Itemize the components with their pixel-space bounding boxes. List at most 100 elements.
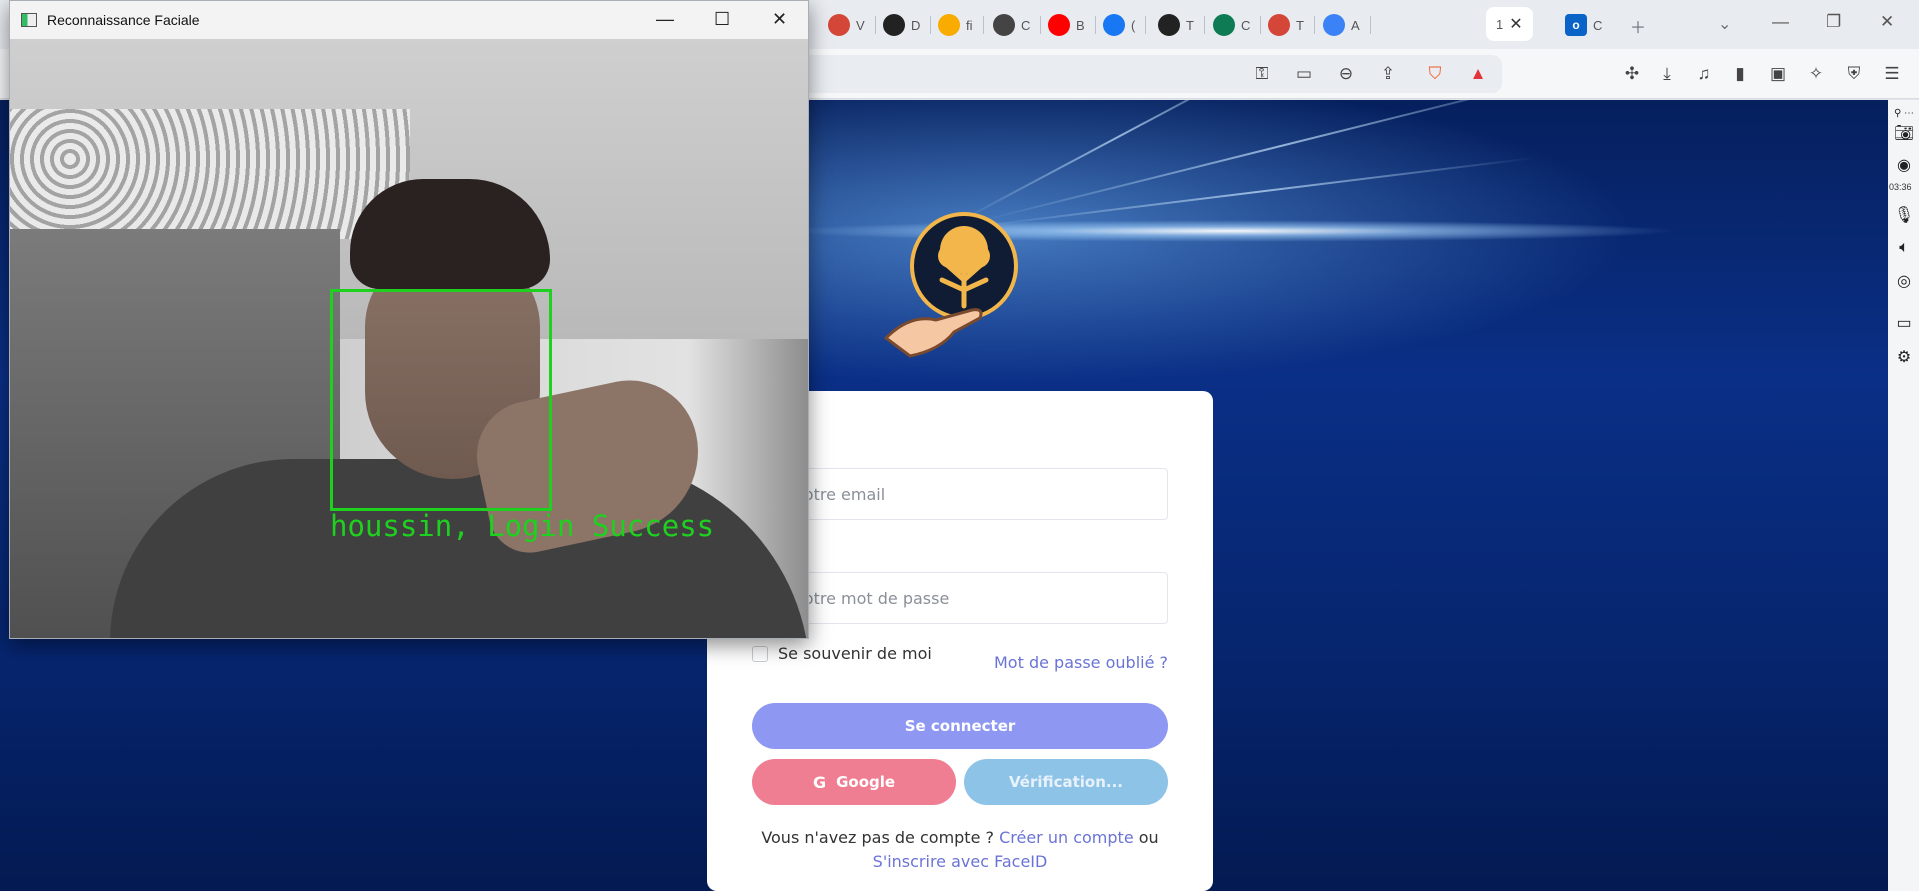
new-tab-icon[interactable]: ＋ <box>1630 14 1646 38</box>
ornamental-frame <box>10 109 410 239</box>
tab-title: V <box>856 17 865 33</box>
tab-title: C <box>1593 17 1603 33</box>
maximize-icon[interactable]: ☐ <box>714 9 730 30</box>
record-icon[interactable]: ◉ <box>1893 154 1915 176</box>
tab[interactable]: A <box>1323 10 1371 40</box>
key-icon[interactable]: ⚿ <box>1250 62 1274 86</box>
tab-title: B <box>1076 17 1085 33</box>
speaker-icon[interactable]: 🔈︎ <box>1893 237 1915 259</box>
tab-separator <box>1094 16 1096 34</box>
tab-separator <box>1260 16 1262 34</box>
close-icon[interactable]: ✕ <box>1509 14 1522 34</box>
minimize-icon[interactable]: — <box>656 9 674 30</box>
tab-title: T <box>1296 17 1304 33</box>
tab-separator <box>1203 16 1205 34</box>
gear-icon[interactable]: ⚙ <box>1893 346 1915 368</box>
app-icon <box>21 13 37 27</box>
microphone-icon[interactable]: 🎙︎ <box>1893 204 1915 226</box>
password-field[interactable]: ez votre mot de passe <box>752 572 1168 624</box>
tab[interactable]: D <box>883 10 932 40</box>
colab-icon <box>938 14 960 36</box>
tab-title: ( <box>1131 17 1136 33</box>
leo-ai-icon[interactable]: ✧ <box>1804 62 1828 86</box>
forgot-password-link[interactable]: Mot de passe oublié ? <box>994 653 1168 672</box>
window-titlebar[interactable]: Reconnaissance Faciale — ☐ ✕ <box>10 1 808 39</box>
face-detection-box <box>330 289 552 511</box>
tab[interactable]: V <box>828 10 876 40</box>
google-login-button[interactable]: G Google <box>752 759 956 805</box>
minimize-icon[interactable]: — <box>1772 12 1789 32</box>
verification-button-label: Vérification... <box>1008 773 1124 791</box>
tab-title: C <box>1021 17 1031 33</box>
tab[interactable]: T <box>1268 10 1315 40</box>
signup-prompt: Vous n'avez pas de compte ? Créer un com… <box>707 826 1213 874</box>
menu-icon[interactable]: ☰ <box>1880 62 1904 86</box>
tab-separator <box>1145 16 1147 34</box>
openai-icon <box>883 14 905 36</box>
download-icon[interactable]: ⤓ <box>1655 62 1679 86</box>
window-title: Reconnaissance Faciale <box>47 12 200 28</box>
brain-hand-logo <box>883 212 1018 358</box>
brave-rewards-icon[interactable]: ▲ <box>1466 62 1490 86</box>
tab-separator <box>930 16 932 34</box>
create-account-link[interactable]: Créer un compte <box>999 828 1134 847</box>
brave-shield-icon[interactable]: ⛉ <box>1423 62 1447 86</box>
tab[interactable]: B <box>1048 10 1096 40</box>
share-icon[interactable]: ⇪ <box>1376 62 1400 86</box>
light-ray <box>959 100 1279 222</box>
wallet-icon[interactable]: ▣ <box>1766 62 1790 86</box>
webcam-feed: houssin, Login Success <box>10 39 808 638</box>
tab-title: D <box>911 17 921 33</box>
screen-icon[interactable]: ▭ <box>1893 312 1915 334</box>
camera-icon[interactable]: 📷︎ <box>1893 122 1915 144</box>
tab-separator <box>874 16 876 34</box>
tab-title: A <box>1351 17 1360 33</box>
gmail-icon <box>828 14 850 36</box>
no-account-text: Vous n'avez pas de compte ? <box>761 828 994 847</box>
restore-icon[interactable]: ❐ <box>1826 12 1841 32</box>
tab[interactable]: C <box>993 10 1042 40</box>
openai-icon <box>993 14 1015 36</box>
google-button-label: Google <box>836 773 896 791</box>
music-icon[interactable]: ♫ <box>1692 62 1716 86</box>
close-icon[interactable]: ✕ <box>772 9 787 30</box>
gmail-icon <box>1268 14 1290 36</box>
face-verification-button[interactable]: Vérification... <box>964 759 1168 805</box>
zoom-out-icon[interactable]: ⊖ <box>1334 62 1358 86</box>
address-bar[interactable]: ⚿ ▭ ⊖ ⇪ ⛉ ▲ <box>800 55 1502 93</box>
google-icon: G <box>812 772 827 792</box>
tab[interactable]: C <box>1213 10 1262 40</box>
tab-title: fi <box>966 17 973 33</box>
recognition-caption: houssin, Login Success <box>330 509 715 543</box>
sidebar-icon[interactable]: ▮ <box>1728 62 1752 86</box>
webcam-icon[interactable]: ◎ <box>1893 270 1915 292</box>
tab[interactable]: fi <box>938 10 984 40</box>
recording-timer: 03:36 <box>1889 182 1912 192</box>
light-ray <box>979 156 1536 227</box>
install-app-icon[interactable]: ▭ <box>1292 62 1316 86</box>
login-button[interactable]: Se connecter <box>752 703 1168 749</box>
active-tab-title: 1 <box>1496 16 1504 32</box>
remember-checkbox[interactable] <box>752 645 768 662</box>
close-window-icon[interactable]: ✕ <box>1880 12 1894 32</box>
chevron-down-icon[interactable]: ⌄ <box>1718 14 1731 34</box>
pin-icon[interactable]: ⚲ ⋯ <box>1893 102 1915 124</box>
facebook-icon <box>1103 14 1125 36</box>
screen-recorder-panel: ⚲ ⋯ 📷︎ ◉ 03:36 🎙︎ 🔈︎ ◎ ▭ ⚙ <box>1888 100 1919 891</box>
active-tab[interactable]: 1 ✕ <box>1486 7 1533 41</box>
tab[interactable]: ( <box>1103 10 1147 40</box>
tab-separator <box>1369 16 1371 34</box>
vpn-icon[interactable]: ⛨ <box>1842 62 1866 86</box>
tab[interactable]: o C <box>1565 10 1602 40</box>
email-field[interactable]: ez votre email <box>752 468 1168 520</box>
github-icon <box>1158 14 1180 36</box>
remember-me[interactable]: Se souvenir de moi <box>752 644 932 663</box>
tab[interactable]: T <box>1158 10 1205 40</box>
tab-separator <box>1040 16 1042 34</box>
faceid-signup-link[interactable]: S'inscrire avec FaceID <box>873 852 1048 871</box>
app-icon <box>1213 14 1235 36</box>
extensions-icon[interactable]: ✣ <box>1620 62 1644 86</box>
tab-separator <box>982 16 984 34</box>
outlook-icon: o <box>1565 14 1587 36</box>
or-text: ou <box>1138 828 1159 847</box>
